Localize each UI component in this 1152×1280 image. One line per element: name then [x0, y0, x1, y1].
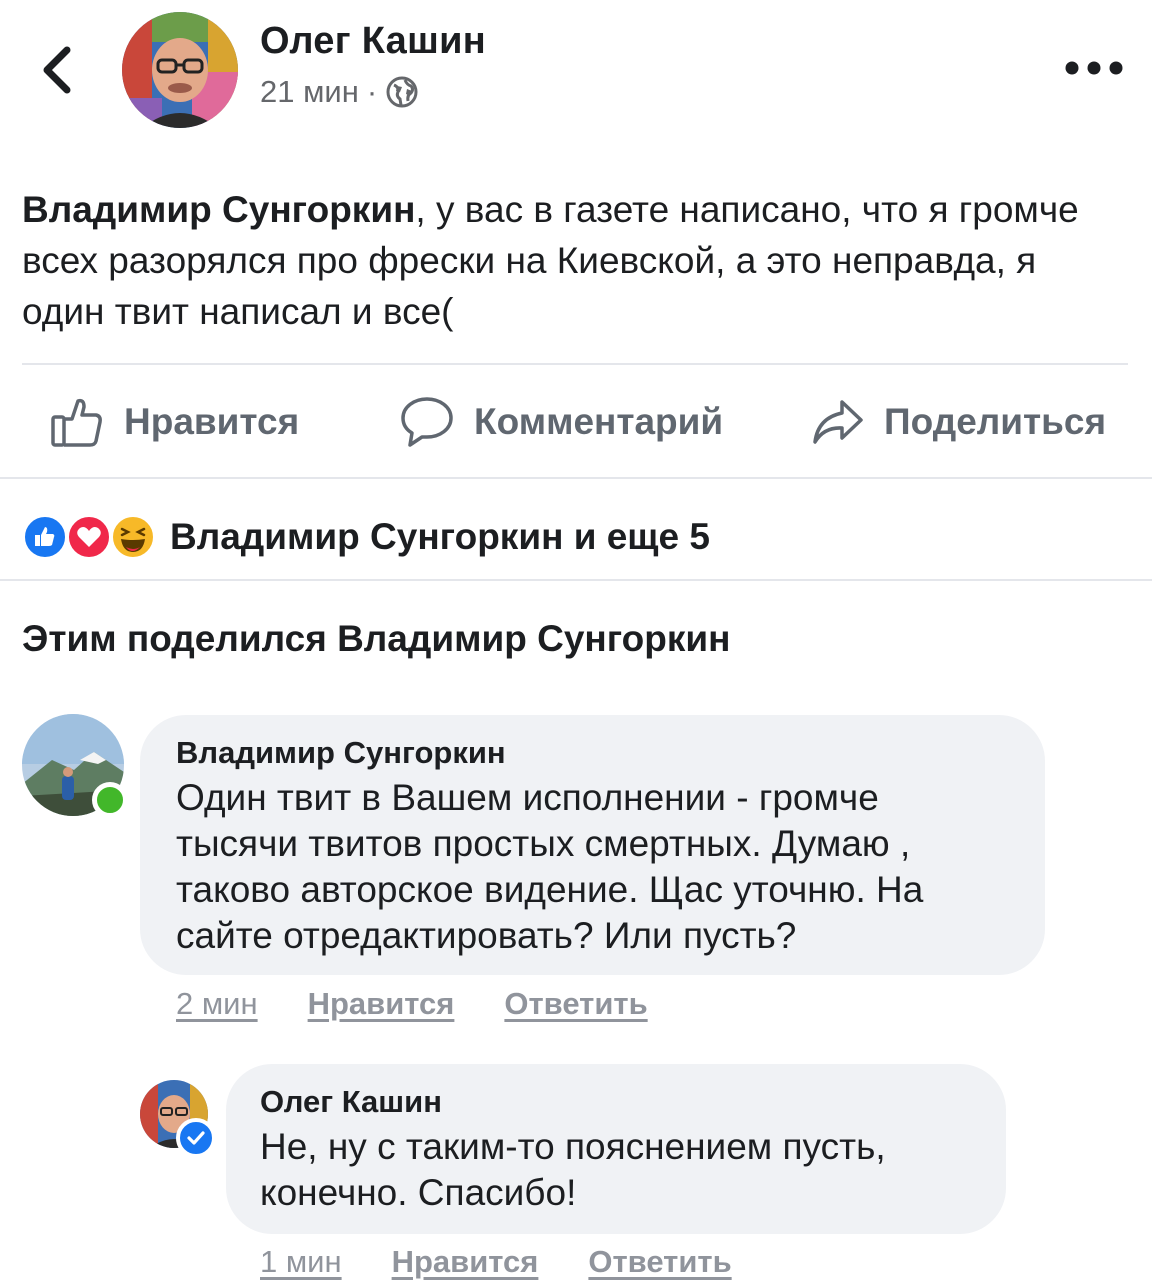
- comment-bubble: Владимир Сунгоркин Один твит в Вашем исп…: [140, 715, 1045, 975]
- post-header: Олег Кашин 21 мин ·: [0, 0, 1152, 140]
- comment-label: Комментарий: [474, 401, 724, 442]
- post-author-name[interactable]: Олег Кашин: [260, 20, 486, 63]
- reply-bubble: Олег Кашин Не, ну с таким-то пояснением …: [226, 1064, 1006, 1234]
- reply-like-button[interactable]: Нравится: [392, 1244, 539, 1280]
- comment-like-button[interactable]: Нравится: [308, 986, 455, 1022]
- post-text: Владимир Сунгоркин, у вас в газете напис…: [22, 184, 1122, 337]
- reply-time[interactable]: 1 мин: [260, 1244, 342, 1280]
- globe-icon: [386, 76, 418, 108]
- comment-time[interactable]: 2 мин: [176, 986, 258, 1022]
- chevron-left-icon: [43, 46, 71, 94]
- reply-reply-button[interactable]: Ответить: [588, 1244, 731, 1280]
- comment-button[interactable]: Комментарий: [400, 392, 723, 452]
- more-options-button[interactable]: [1058, 50, 1130, 86]
- more-dots-icon: [1065, 61, 1123, 75]
- reactions-summary[interactable]: Владимир Сунгоркин и еще 5: [22, 510, 710, 564]
- shared-by-label: Этим поделился Владимир Сунгоркин: [22, 618, 731, 659]
- divider: [0, 477, 1152, 479]
- share-arrow-icon: [813, 400, 863, 444]
- post-action-bar: Нравится Комментарий Поделиться: [0, 366, 1152, 478]
- reaction-icons: [22, 512, 160, 562]
- share-label: Поделиться: [884, 401, 1107, 442]
- verified-badge-icon: [176, 1118, 216, 1158]
- reply-author[interactable]: Олег Кашин: [260, 1084, 970, 1120]
- reactions-summary-text: Владимир Сунгоркин и еще 5: [170, 516, 710, 557]
- back-button[interactable]: [28, 40, 84, 100]
- love-reaction-icon: [66, 514, 112, 560]
- post-time[interactable]: 21 мин: [260, 74, 359, 110]
- like-label: Нравится: [124, 401, 300, 442]
- comment-bubble-icon: [401, 397, 453, 447]
- post-mention[interactable]: Владимир Сунгоркин: [22, 189, 415, 230]
- comment-actions: 2 мин Нравится Ответить: [176, 986, 648, 1022]
- divider: [22, 363, 1128, 365]
- comment-text: Один твит в Вашем исполнении - громче ты…: [176, 777, 924, 956]
- divider: [0, 579, 1152, 581]
- comment-reply-button[interactable]: Ответить: [504, 986, 647, 1022]
- share-button[interactable]: Поделиться: [812, 392, 1106, 452]
- reply-actions: 1 мин Нравится Ответить: [260, 1244, 732, 1280]
- meta-separator: ·: [366, 74, 378, 109]
- reply-text: Не, ну с таким-то пояснением пусть, коне…: [260, 1126, 886, 1213]
- online-status-indicator: [92, 782, 128, 818]
- haha-reaction-icon: [110, 514, 156, 560]
- like-button[interactable]: Нравится: [50, 392, 299, 452]
- author-avatar[interactable]: [122, 12, 238, 128]
- thumbs-up-icon: [51, 398, 102, 447]
- like-reaction-icon: [22, 514, 68, 560]
- post-meta: 21 мин ·: [260, 74, 419, 110]
- comment-author[interactable]: Владимир Сунгоркин: [176, 735, 1009, 771]
